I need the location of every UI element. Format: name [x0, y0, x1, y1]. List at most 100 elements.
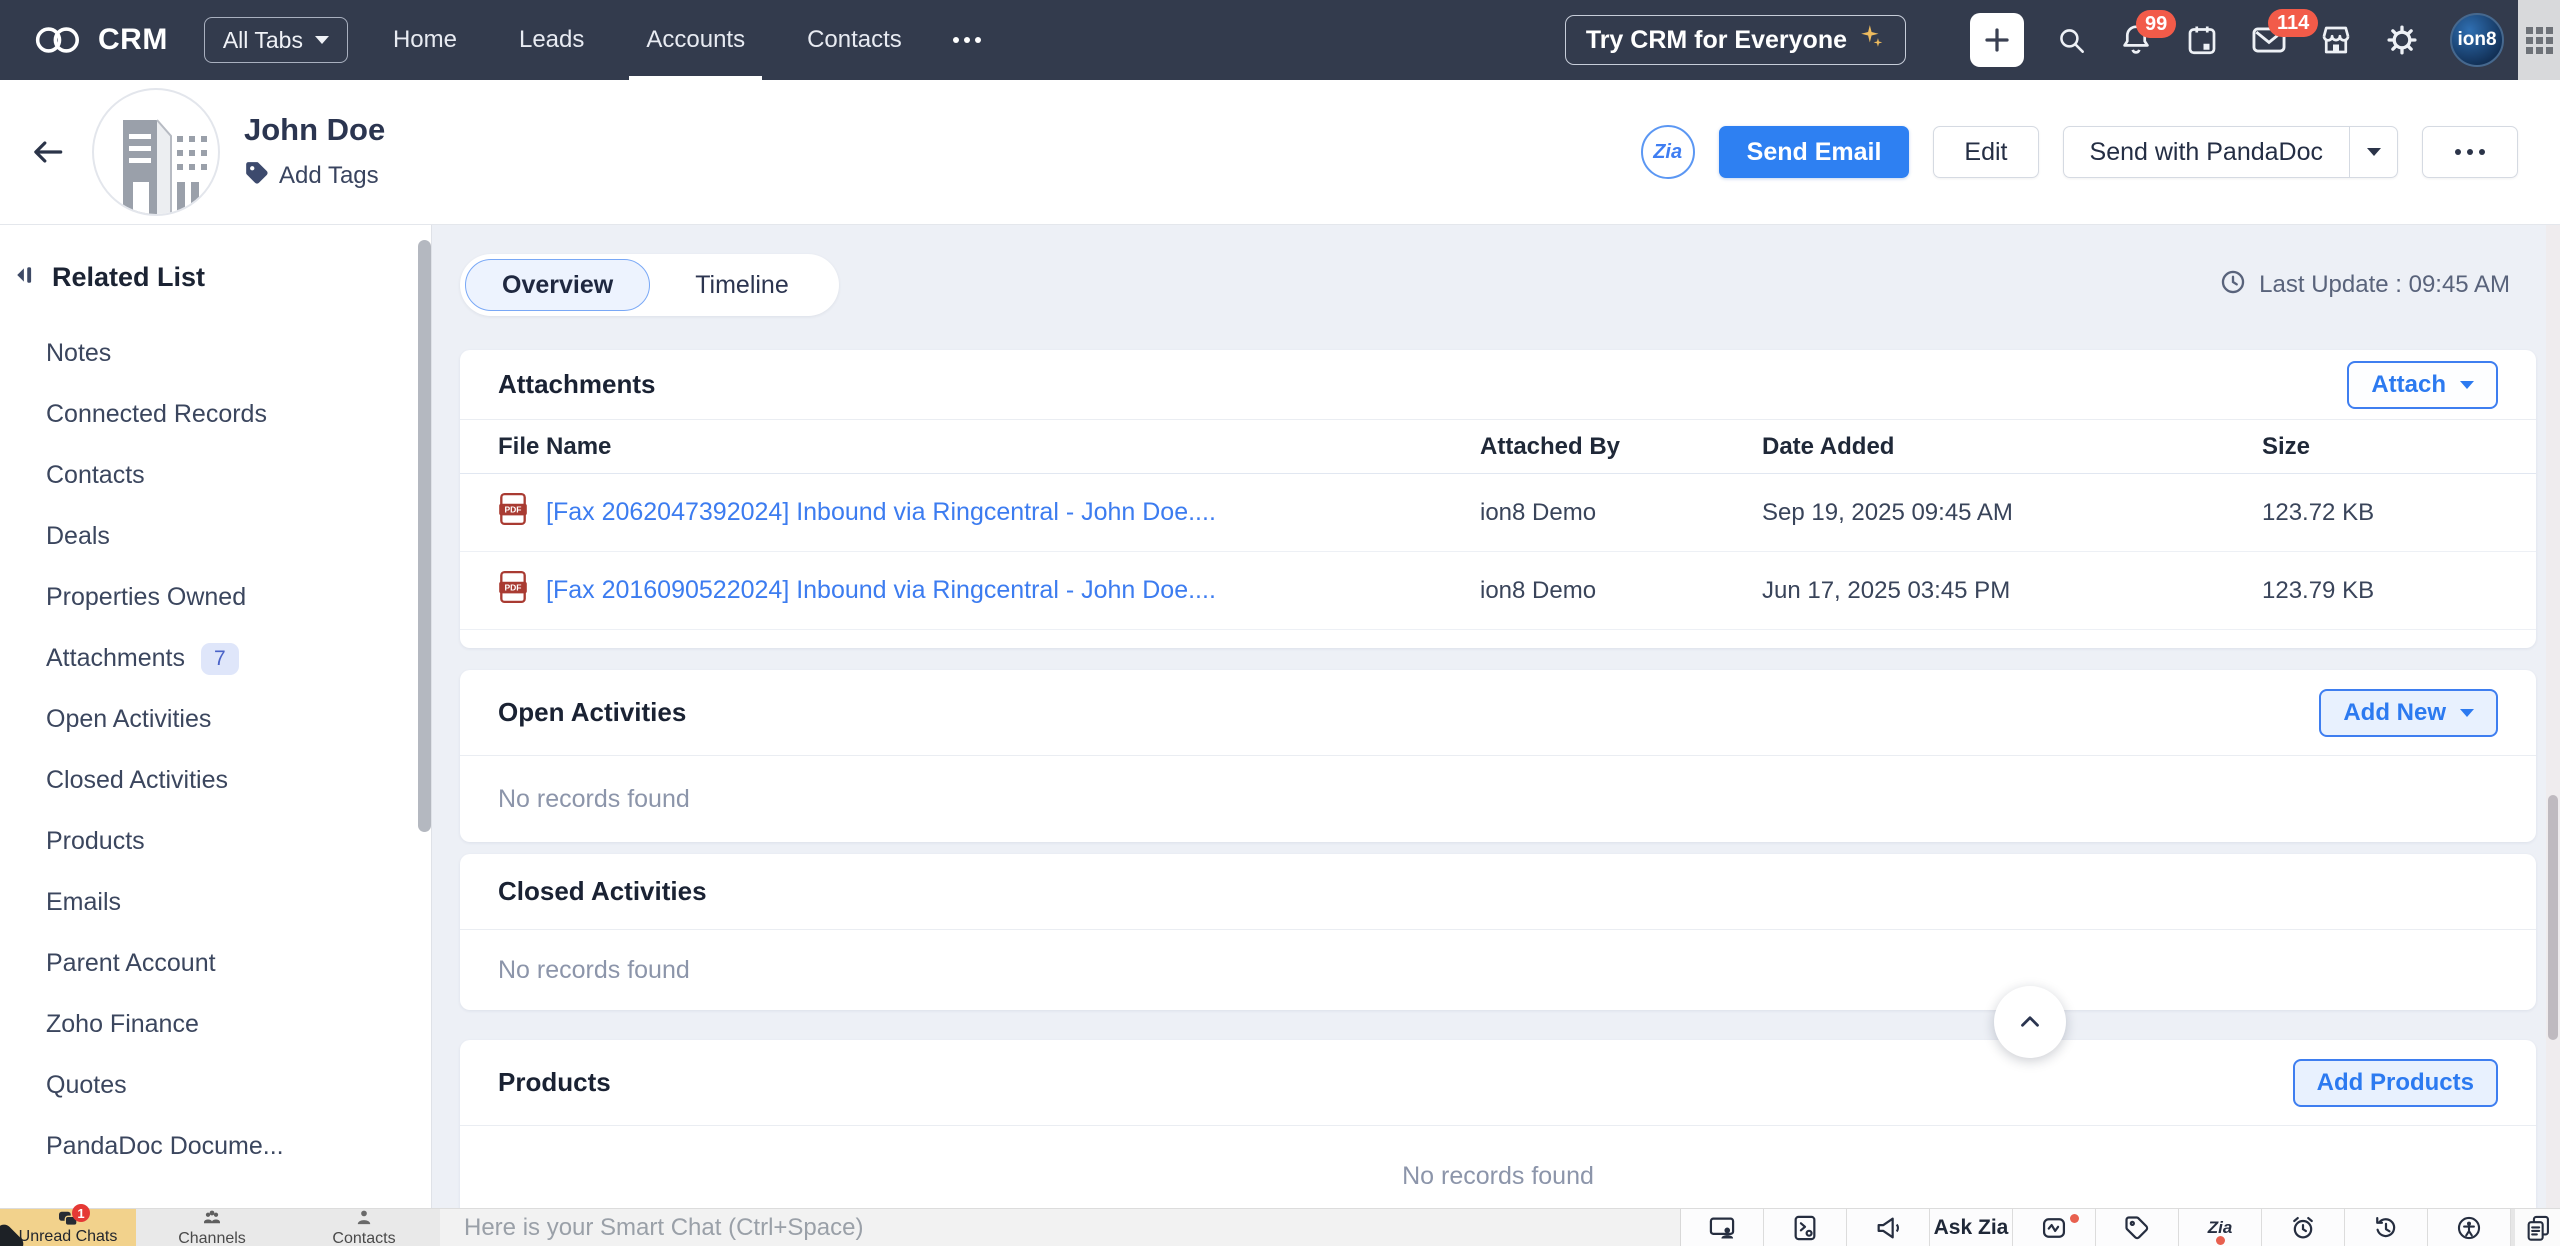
email-icon[interactable]: 114	[2250, 21, 2288, 59]
send-with-pandadoc-button[interactable]: Send with PandaDoc	[2064, 127, 2349, 177]
all-tabs-dropdown[interactable]: All Tabs	[204, 17, 348, 63]
screen-share-icon[interactable]	[1681, 1209, 1764, 1246]
module-tabs: Home Leads Accounts Contacts	[362, 0, 1001, 80]
sidebar-item-label: Emails	[46, 888, 121, 917]
sidebar-item[interactable]: Contacts	[0, 445, 431, 506]
add-products-button[interactable]: Add Products	[2293, 1059, 2498, 1107]
zia-icon[interactable]: Zia	[2179, 1209, 2262, 1246]
record-avatar[interactable]	[92, 88, 220, 216]
page-scrollbar-thumb[interactable]	[2548, 795, 2558, 1040]
products-header: Products Add Products	[460, 1040, 2536, 1126]
sidebar-item-label: Properties Owned	[46, 583, 246, 612]
closed-activities-header: Closed Activities	[460, 854, 2536, 930]
sidebar-item[interactable]: Attachments 7	[0, 628, 431, 689]
sidebar-item[interactable]: Zoho Finance	[0, 994, 431, 1055]
search-icon[interactable]	[2054, 23, 2088, 57]
add-tags-button[interactable]: Add Tags	[244, 160, 385, 193]
user-avatar[interactable]: ion8	[2450, 13, 2504, 67]
try-crm-button[interactable]: Try CRM for Everyone	[1565, 15, 1906, 65]
tab-contacts[interactable]: Contacts	[776, 0, 933, 80]
record-actions: Zia Send Email Edit Send with PandaDoc	[1641, 125, 2560, 179]
apps-grid-icon[interactable]	[2518, 0, 2560, 80]
record-title-block: John Doe Add Tags	[244, 112, 385, 193]
caret-down-icon	[2460, 709, 2474, 717]
channels-tab[interactable]: Channels	[136, 1209, 288, 1246]
tab-leads[interactable]: Leads	[488, 0, 615, 80]
sidebar-item-label: PandaDoc Docume...	[46, 1132, 284, 1161]
sidebar-item[interactable]: Deals	[0, 506, 431, 567]
back-arrow-icon[interactable]	[30, 135, 66, 169]
quick-create-button[interactable]	[1970, 13, 2024, 67]
sidebar-scrollbar[interactable]	[418, 240, 431, 832]
products-section: Products Add Products No records found	[460, 1040, 2536, 1208]
tab-timeline[interactable]: Timeline	[650, 259, 834, 311]
more-tabs-icon[interactable]	[933, 0, 1001, 80]
date-added-cell: Jun 17, 2025 03:45 PM	[1762, 577, 2262, 605]
col-date-added: Date Added	[1762, 433, 2262, 461]
chat-bubbles-icon: 1	[58, 1210, 78, 1228]
pandadoc-caret-button[interactable]	[2349, 127, 2397, 177]
attach-button[interactable]: Attach	[2347, 361, 2498, 409]
clipboard-icon[interactable]	[2511, 1209, 2560, 1246]
sidebar-item[interactable]: Properties Owned	[0, 567, 431, 628]
collapse-panel-icon[interactable]	[14, 265, 36, 290]
pdf-icon: PDF	[498, 570, 528, 611]
scroll-to-top-button[interactable]	[1994, 986, 2066, 1058]
sidebar-item[interactable]: Open Activities	[0, 689, 431, 750]
closed-activities-empty: No records found	[460, 930, 2536, 1010]
tags-icon[interactable]	[2096, 1209, 2179, 1246]
edit-button[interactable]: Edit	[1933, 126, 2038, 178]
attachments-title: Attachments	[498, 369, 655, 400]
size-cell: 123.79 KB	[2262, 577, 2536, 605]
sidebar-item-count-badge: 7	[201, 643, 239, 675]
related-list-header: Related List	[0, 259, 431, 295]
sidebar-item[interactable]: Connected Records	[0, 384, 431, 445]
tab-accounts[interactable]: Accounts	[615, 0, 776, 80]
attachment-file-link[interactable]: [Fax 2016090522024] Inbound via Ringcent…	[546, 576, 1216, 605]
sidebar-item[interactable]: Products	[0, 811, 431, 872]
ask-zia-button[interactable]: Ask Zia	[1930, 1209, 2013, 1246]
smart-form-icon[interactable]	[1764, 1209, 1847, 1246]
tab-overview[interactable]: Overview	[465, 259, 650, 311]
col-file-name: File Name	[498, 433, 1480, 461]
signals-icon[interactable]	[2013, 1209, 2096, 1246]
attachment-file-link[interactable]: [Fax 2062047392024] Inbound via Ringcent…	[546, 498, 1216, 527]
sidebar-item[interactable]: Emails	[0, 872, 431, 933]
sidebar-item[interactable]: Closed Activities	[0, 750, 431, 811]
sidebar-item-label: Attachments	[46, 644, 185, 673]
more-actions-button[interactable]	[2422, 126, 2518, 178]
calendar-icon[interactable]	[2184, 22, 2220, 58]
record-header: John Doe Add Tags Zia Send Email Edit Se…	[0, 80, 2560, 225]
smart-chat-input[interactable]: Here is your Smart Chat (Ctrl+Space)	[440, 1209, 1680, 1246]
sidebar-item[interactable]: Notes	[0, 323, 431, 384]
announcement-icon[interactable]	[1847, 1209, 1930, 1246]
related-list-sidebar: Related List Notes Connected Records	[0, 225, 432, 1208]
attachments-section: Attachments Attach File Name Attached By…	[460, 350, 2536, 648]
view-tabs-row: Overview Timeline Last Update : 09:45 AM	[460, 254, 2536, 316]
sidebar-item[interactable]: Parent Account	[0, 933, 431, 994]
page-scrollbar[interactable]	[2546, 225, 2560, 1208]
zoho-logo-icon[interactable]	[34, 21, 84, 59]
bottom-tools-strip: Ask Zia Zia	[1680, 1209, 2511, 1246]
settings-gear-icon[interactable]	[2384, 22, 2420, 58]
clock-icon	[2219, 268, 2247, 303]
send-email-button[interactable]: Send Email	[1719, 126, 1910, 178]
notifications-bell-icon[interactable]: 99	[2118, 22, 2154, 58]
sidebar-item-label: Zoho Finance	[46, 1010, 199, 1039]
pdf-icon: PDF	[498, 492, 528, 533]
zia-insights-icon[interactable]: Zia	[1641, 125, 1695, 179]
sidebar-item[interactable]: Quotes	[0, 1055, 431, 1116]
marketplace-icon[interactable]	[2318, 22, 2354, 58]
add-new-button[interactable]: Add New	[2319, 689, 2498, 737]
col-size: Size	[2262, 433, 2536, 461]
accessibility-icon[interactable]	[2428, 1209, 2511, 1246]
sidebar-item[interactable]: PandaDoc Docume...	[0, 1116, 431, 1177]
closed-activities-section: Closed Activities No records found	[460, 854, 2536, 1010]
history-icon[interactable]	[2345, 1209, 2428, 1246]
reminders-icon[interactable]	[2262, 1209, 2345, 1246]
related-list-items: Notes Connected Records Contacts	[0, 323, 431, 1177]
attachments-column-headers: File Name Attached By Date Added Size	[460, 420, 2536, 474]
bottom-chat-bar: 1 Unread Chats Channels Contacts Here is…	[0, 1208, 2560, 1246]
tab-home[interactable]: Home	[362, 0, 488, 80]
contacts-tab[interactable]: Contacts	[288, 1209, 440, 1246]
